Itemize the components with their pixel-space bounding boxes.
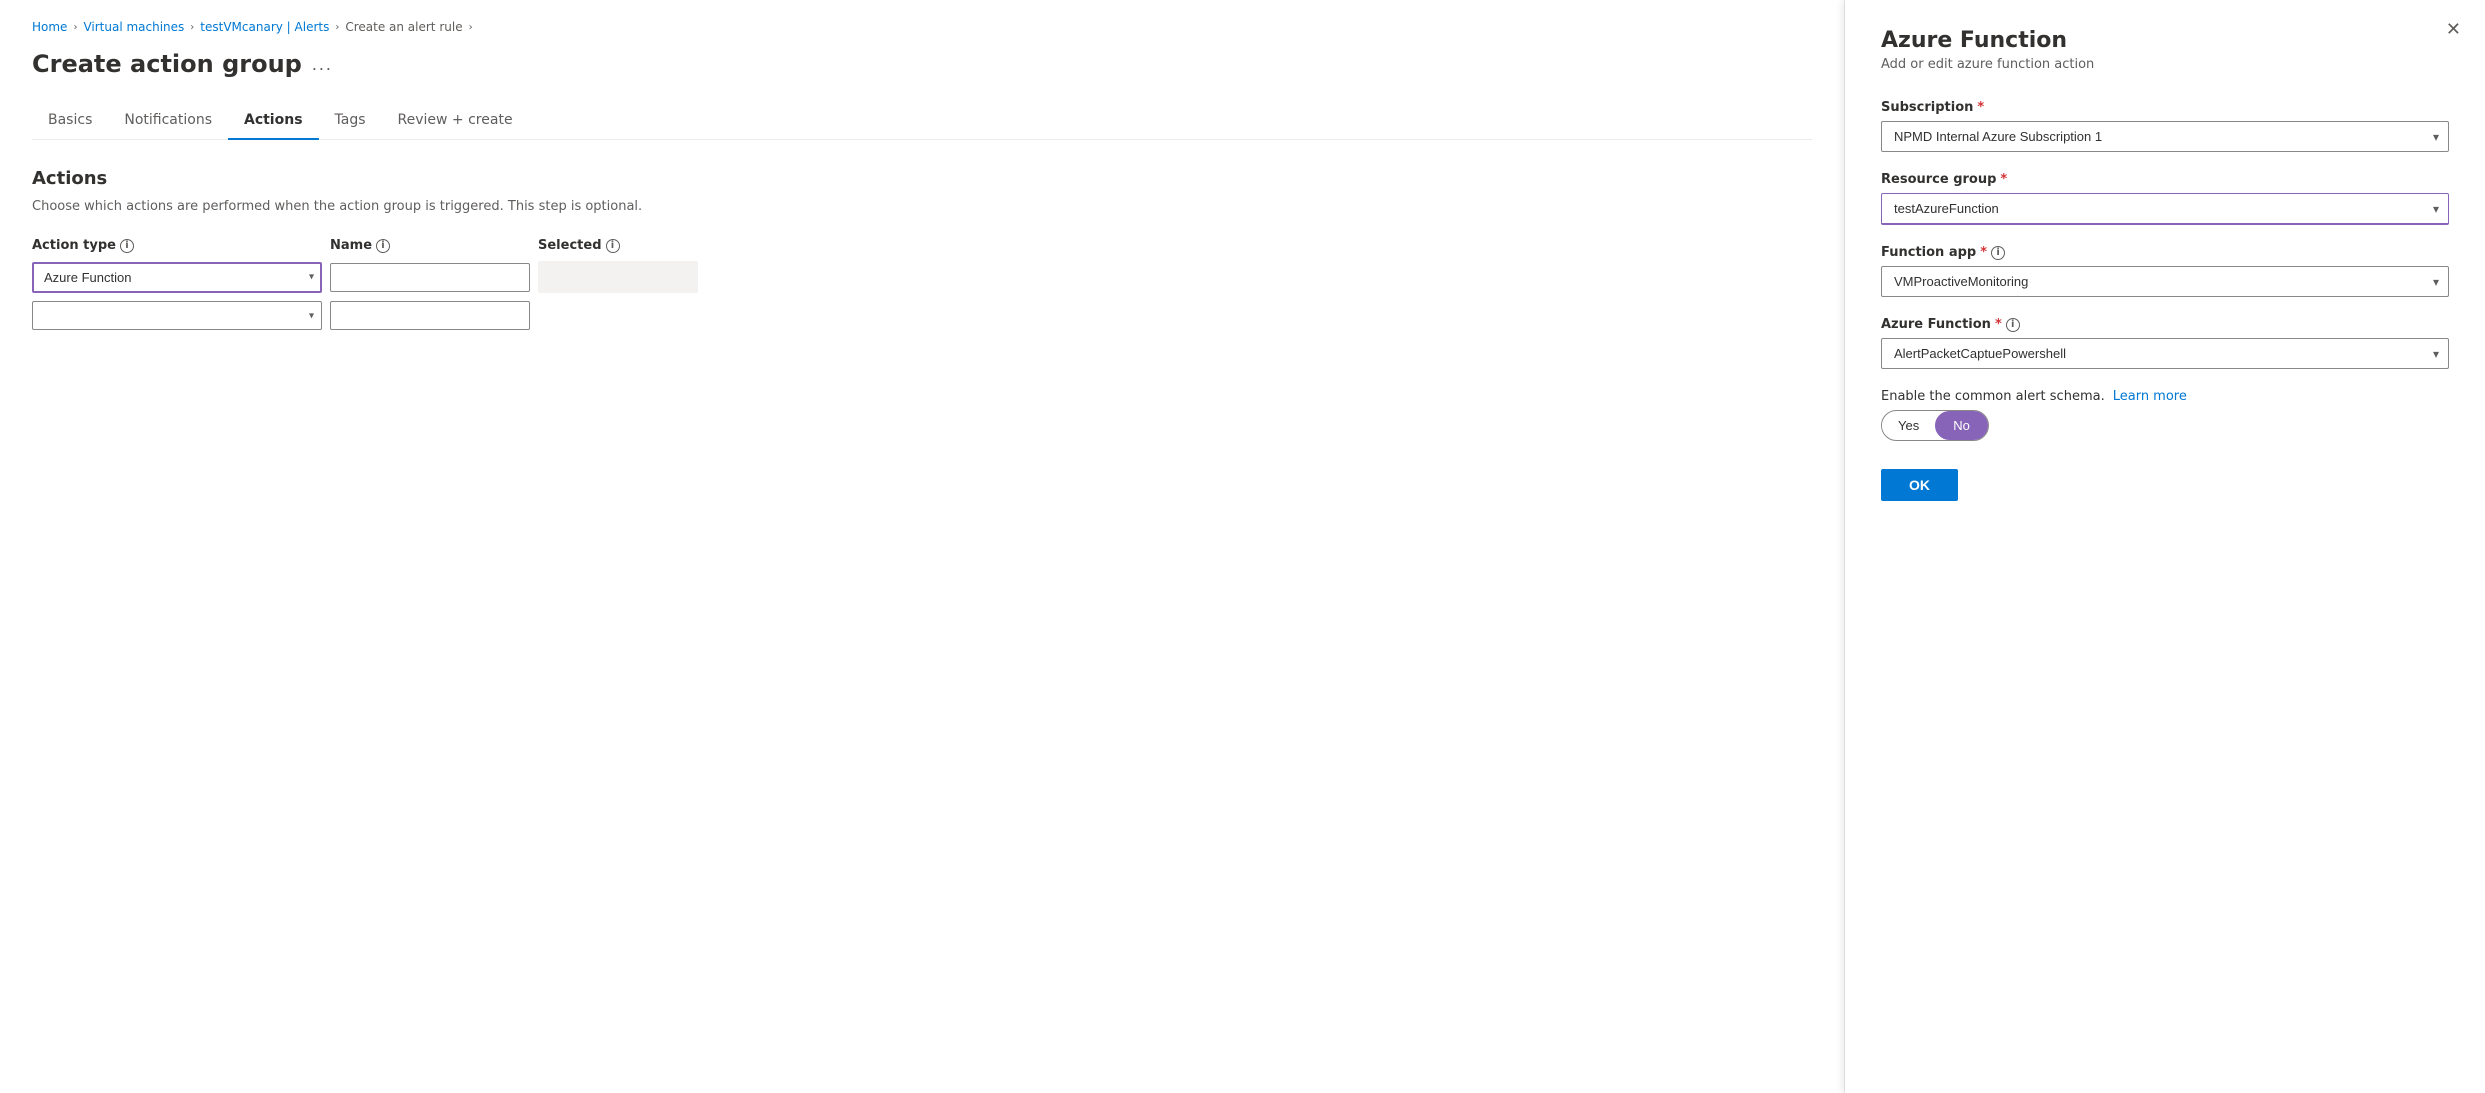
subscription-select-container: NPMD Internal Azure Subscription 1 ▾ bbox=[1881, 121, 2449, 152]
azure-function-select[interactable]: AlertPacketCaptuePowershell bbox=[1881, 338, 2449, 369]
resource-group-select-container: testAzureFunction ▾ bbox=[1881, 193, 2449, 225]
toggle-no-button[interactable]: No bbox=[1935, 411, 1988, 440]
azure-function-info-icon[interactable]: i bbox=[2006, 318, 2020, 332]
azure-function-select-container: AlertPacketCaptuePowershell ▾ bbox=[1881, 338, 2449, 369]
panel-subtitle: Add or edit azure function action bbox=[1881, 57, 2449, 72]
breadcrumb-sep-2: › bbox=[190, 22, 194, 33]
resource-group-select[interactable]: testAzureFunction bbox=[1881, 193, 2449, 225]
panel-title: Azure Function bbox=[1881, 28, 2449, 53]
col-header-action-type: Action type i bbox=[32, 238, 322, 253]
actions-section-description: Choose which actions are performed when … bbox=[32, 199, 1812, 214]
azure-function-label: Azure Function * i bbox=[1881, 317, 2449, 332]
resource-group-required: * bbox=[2000, 172, 2007, 187]
tab-bar: Basics Notifications Actions Tags Review… bbox=[32, 102, 1812, 140]
action-type-select-wrapper-1: Azure Function Automation Runbook Email … bbox=[32, 262, 322, 293]
left-panel: Home › Virtual machines › testVMcanary |… bbox=[0, 0, 1845, 1093]
col-header-name: Name i bbox=[330, 238, 530, 253]
learn-more-link[interactable]: Learn more bbox=[2113, 389, 2187, 404]
function-app-select[interactable]: VMProactiveMonitoring bbox=[1881, 266, 2449, 297]
ellipsis-button[interactable]: ... bbox=[312, 54, 333, 75]
selected-cell-1 bbox=[538, 261, 698, 293]
function-app-select-container: VMProactiveMonitoring ▾ bbox=[1881, 266, 2449, 297]
subscription-select[interactable]: NPMD Internal Azure Subscription 1 bbox=[1881, 121, 2449, 152]
page-title-container: Create action group ... bbox=[32, 50, 1812, 78]
name-info-icon[interactable]: i bbox=[376, 239, 390, 253]
name-input-1[interactable] bbox=[330, 263, 530, 292]
tab-actions[interactable]: Actions bbox=[228, 102, 319, 140]
action-type-select-2[interactable]: Azure Function Automation Runbook bbox=[32, 301, 322, 330]
name-input-2[interactable] bbox=[330, 301, 530, 330]
actions-section-title: Actions bbox=[32, 168, 1812, 189]
col-header-selected: Selected i bbox=[538, 238, 698, 253]
action-type-select-1[interactable]: Azure Function Automation Runbook Email … bbox=[32, 262, 322, 293]
tab-notifications[interactable]: Notifications bbox=[108, 102, 228, 140]
function-app-group: Function app * i VMProactiveMonitoring ▾ bbox=[1881, 245, 2449, 297]
ok-button[interactable]: OK bbox=[1881, 469, 1958, 501]
right-panel: ✕ Azure Function Add or edit azure funct… bbox=[1845, 0, 2485, 1093]
function-app-required: * bbox=[1980, 245, 1987, 260]
page-title: Create action group bbox=[32, 50, 302, 78]
toggle-yes-button[interactable]: Yes bbox=[1882, 413, 1935, 438]
breadcrumb-vms[interactable]: Virtual machines bbox=[83, 20, 184, 34]
enable-schema-group: Enable the common alert schema. Learn mo… bbox=[1881, 389, 2449, 441]
table-row-1: Azure Function Automation Runbook Email … bbox=[32, 261, 1812, 293]
toggle-group: Yes No bbox=[1881, 410, 1989, 441]
breadcrumb-home[interactable]: Home bbox=[32, 20, 67, 34]
breadcrumb-sep-3: › bbox=[335, 22, 339, 33]
close-button[interactable]: ✕ bbox=[2446, 20, 2461, 38]
resource-group-group: Resource group * testAzureFunction ▾ bbox=[1881, 172, 2449, 225]
enable-schema-row: Enable the common alert schema. Learn mo… bbox=[1881, 389, 2449, 404]
breadcrumb: Home › Virtual machines › testVMcanary |… bbox=[32, 20, 1812, 34]
breadcrumb-sep-1: › bbox=[73, 22, 77, 33]
action-type-select-wrapper-2: Azure Function Automation Runbook ▾ bbox=[32, 301, 322, 330]
azure-function-required: * bbox=[1995, 317, 2002, 332]
azure-function-group: Azure Function * i AlertPacketCaptuePowe… bbox=[1881, 317, 2449, 369]
table-row-2: Azure Function Automation Runbook ▾ bbox=[32, 301, 1812, 330]
enable-schema-label: Enable the common alert schema. bbox=[1881, 389, 2105, 404]
actions-section: Actions Choose which actions are perform… bbox=[32, 168, 1812, 330]
function-app-label: Function app * i bbox=[1881, 245, 2449, 260]
breadcrumb-create-rule: Create an alert rule bbox=[345, 20, 462, 34]
tab-tags[interactable]: Tags bbox=[319, 102, 382, 140]
selected-info-icon[interactable]: i bbox=[606, 239, 620, 253]
resource-group-label: Resource group * bbox=[1881, 172, 2449, 187]
function-app-info-icon[interactable]: i bbox=[1991, 246, 2005, 260]
subscription-label: Subscription * bbox=[1881, 100, 2449, 115]
subscription-required: * bbox=[1977, 100, 1984, 115]
tab-review-create[interactable]: Review + create bbox=[382, 102, 529, 140]
tab-basics[interactable]: Basics bbox=[32, 102, 108, 140]
breadcrumb-sep-4: › bbox=[469, 22, 473, 33]
action-type-info-icon[interactable]: i bbox=[120, 239, 134, 253]
table-header-row: Action type i Name i Selected i bbox=[32, 238, 1812, 253]
subscription-group: Subscription * NPMD Internal Azure Subsc… bbox=[1881, 100, 2449, 152]
breadcrumb-alerts[interactable]: testVMcanary | Alerts bbox=[200, 20, 329, 34]
